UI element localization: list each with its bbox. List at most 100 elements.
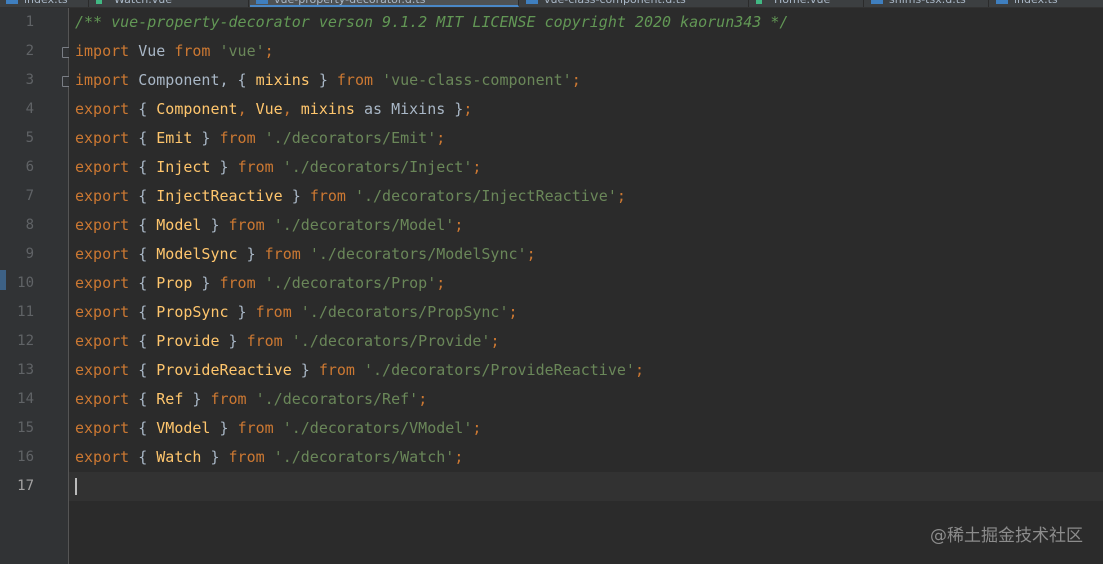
code-token: Prop bbox=[156, 274, 193, 292]
line-number: 7 bbox=[25, 188, 34, 204]
editor-tab[interactable]: shims-tsx.d.ts bbox=[865, 0, 989, 7]
code-line[interactable]: import Vue from 'vue'; bbox=[75, 37, 274, 66]
code-token: export bbox=[75, 274, 130, 292]
line-number: 17 bbox=[17, 478, 34, 494]
line-number-gutter[interactable]: 1 2 3 4 5 6 7 8 9 10 11 12 13 14 15 16 17 bbox=[0, 8, 71, 564]
editor-tab[interactable]: index.ts bbox=[0, 0, 89, 7]
editor-tab-label: index.ts bbox=[24, 0, 68, 6]
code-token: { bbox=[129, 245, 157, 263]
code-token: ; bbox=[526, 245, 536, 263]
code-line[interactable]: export { Provide } from './decorators/Pr… bbox=[75, 327, 499, 356]
code-token: export bbox=[75, 303, 130, 321]
code-token: from bbox=[228, 216, 265, 234]
code-line[interactable]: export { VModel } from './decorators/VMo… bbox=[75, 414, 481, 443]
code-token: './decorators/ModelSync' bbox=[309, 245, 527, 263]
code-token: Mixins bbox=[391, 100, 446, 118]
code-token: './decorators/Model' bbox=[273, 216, 455, 234]
code-token: import bbox=[75, 42, 130, 60]
code-token: mixins bbox=[255, 71, 310, 89]
code-token: , bbox=[237, 100, 256, 118]
code-token: PropSync bbox=[156, 303, 229, 321]
code-token: Vue bbox=[129, 42, 175, 60]
code-token: './decorators/InjectReactive' bbox=[354, 187, 617, 205]
code-token: './decorators/Ref' bbox=[255, 390, 419, 408]
line-number: 16 bbox=[17, 449, 34, 465]
code-token: export bbox=[75, 100, 130, 118]
code-token: { bbox=[129, 274, 157, 292]
code-token: export bbox=[75, 448, 130, 466]
code-token: { bbox=[129, 129, 157, 147]
typescript-file-icon bbox=[256, 0, 268, 4]
code-token: { bbox=[129, 390, 157, 408]
code-line[interactable]: export { PropSync } from './decorators/P… bbox=[75, 298, 518, 327]
code-token: export bbox=[75, 158, 130, 176]
code-token: Component, { bbox=[129, 71, 256, 89]
code-token: as bbox=[354, 100, 392, 118]
code-token: ; bbox=[472, 419, 482, 437]
line-number: 11 bbox=[17, 304, 34, 320]
line-number: 9 bbox=[25, 246, 34, 262]
code-token: from bbox=[309, 187, 346, 205]
code-token: export bbox=[75, 187, 130, 205]
watermark: @稀土掘金技术社区 bbox=[930, 526, 1083, 546]
code-line[interactable]: export { Component, Vue, mixins as Mixin… bbox=[75, 95, 472, 124]
code-line[interactable]: import Component, { mixins } from 'vue-c… bbox=[75, 66, 581, 95]
code-line[interactable]: export { Prop } from './decorators/Prop'… bbox=[75, 269, 445, 298]
line-number: 10 bbox=[17, 275, 34, 291]
code-token: ; bbox=[418, 390, 428, 408]
code-line[interactable]: export { Emit } from './decorators/Emit'… bbox=[75, 124, 445, 153]
code-token: VModel bbox=[156, 419, 211, 437]
code-token: ; bbox=[508, 303, 518, 321]
code-line[interactable]: export { Model } from './decorators/Mode… bbox=[75, 211, 463, 240]
typescript-file-icon bbox=[871, 0, 883, 4]
code-editor[interactable]: /** vue-property-decorator verson 9.1.2 … bbox=[69, 8, 1103, 564]
code-token: { bbox=[129, 303, 157, 321]
editor-tab[interactable]: vue-class-component.d.ts bbox=[520, 0, 749, 7]
code-token: from bbox=[336, 71, 374, 89]
code-token: } bbox=[210, 419, 238, 437]
code-token: } bbox=[219, 332, 247, 350]
code-token: './decorators/Provide' bbox=[291, 332, 491, 350]
code-token: ; bbox=[436, 129, 446, 147]
code-token: Vue bbox=[255, 100, 283, 118]
code-line[interactable]: export { Watch } from './decorators/Watc… bbox=[75, 443, 463, 472]
code-token: Component bbox=[156, 100, 238, 118]
code-token: import bbox=[75, 71, 130, 89]
line-number: 1 bbox=[25, 14, 34, 30]
line-number: 13 bbox=[17, 362, 34, 378]
code-token: { bbox=[129, 448, 157, 466]
code-token: } bbox=[192, 274, 220, 292]
code-token: ; bbox=[264, 42, 274, 60]
code-token: } bbox=[210, 158, 238, 176]
code-token: } bbox=[291, 361, 319, 379]
editor-tab[interactable]: index.ts bbox=[990, 0, 1103, 7]
line-number: 5 bbox=[25, 130, 34, 146]
code-token: ModelSync bbox=[156, 245, 238, 263]
code-line[interactable]: export { ModelSync } from './decorators/… bbox=[75, 240, 536, 269]
code-token: ; bbox=[454, 216, 464, 234]
code-line[interactable]: export { ProvideReactive } from './decor… bbox=[75, 356, 644, 385]
code-line[interactable]: export { Ref } from './decorators/Ref'; bbox=[75, 385, 427, 414]
editor-tab[interactable]: vue-property-decorator.d.ts bbox=[250, 0, 519, 7]
editor-tab-label: vue-class-component.d.ts bbox=[544, 0, 686, 6]
code-token: /** vue-property-decorator verson 9.1.2 … bbox=[75, 13, 789, 31]
editor-tab-bar: index.ts Watch.vue vue-property-decorator.… bbox=[0, 0, 1103, 8]
code-token: from bbox=[237, 158, 274, 176]
editor-tab[interactable]: Watch.vue bbox=[90, 0, 249, 7]
editor-tab-label: index.ts bbox=[1014, 0, 1058, 6]
code-line[interactable] bbox=[75, 472, 77, 501]
code-line[interactable]: export { InjectReactive } from './decora… bbox=[75, 182, 626, 211]
code-token: } bbox=[237, 245, 265, 263]
code-line[interactable]: export { Inject } from './decorators/Inj… bbox=[75, 153, 481, 182]
line-number: 8 bbox=[25, 217, 34, 233]
line-number: 4 bbox=[25, 101, 34, 117]
code-token: ProvideReactive bbox=[156, 361, 292, 379]
code-line[interactable]: /** vue-property-decorator verson 9.1.2 … bbox=[75, 8, 788, 37]
editor-tab[interactable]: Home.vue bbox=[750, 0, 864, 7]
code-token: Ref bbox=[156, 390, 184, 408]
